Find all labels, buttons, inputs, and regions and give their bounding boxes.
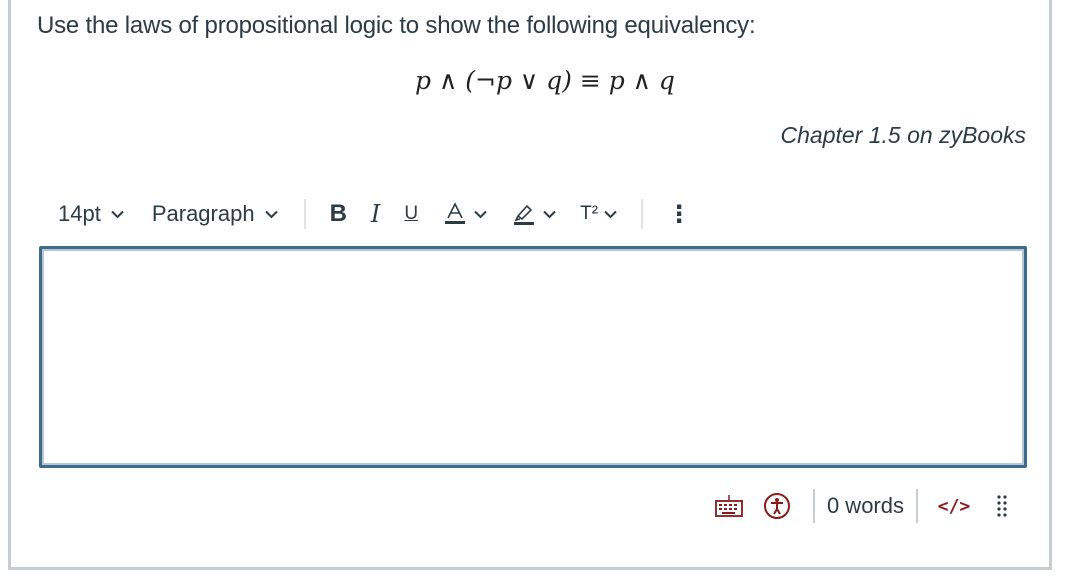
superscript-button[interactable]: T²	[568, 192, 629, 236]
underline-button[interactable]: U	[392, 192, 430, 236]
logic-formula: p ∧ (¬p ∨ q) ≡ p ∧ q	[415, 66, 675, 95]
editor-toolbar: 14pt Paragraph B I U T² ⋮	[44, 192, 703, 236]
highlight-icon	[514, 204, 535, 225]
chevron-down-icon	[543, 210, 556, 218]
text-color-icon	[445, 202, 466, 224]
question-prompt: Use the laws of propositional logic to s…	[37, 12, 756, 39]
block-format-value: Paragraph	[151, 201, 255, 226]
status-bar: 0 words </>	[705, 486, 1026, 526]
keyboard-icon	[715, 495, 743, 517]
italic-button[interactable]: I	[359, 192, 392, 236]
accessibility-checker-button[interactable]	[757, 486, 797, 526]
toolbar-divider	[641, 199, 644, 229]
superscript-icon: T²	[580, 203, 599, 224]
drag-handle-icon	[997, 495, 1007, 517]
resize-handle[interactable]	[982, 486, 1022, 526]
more-vertical-icon[interactable]: ⋮	[655, 192, 703, 236]
chevron-down-icon	[264, 210, 278, 218]
accessibility-icon	[763, 493, 790, 519]
status-divider	[812, 489, 815, 523]
rich-text-editor[interactable]	[39, 246, 1027, 468]
status-divider	[916, 489, 918, 523]
font-size-select[interactable]: 14pt	[44, 192, 138, 236]
block-format-select[interactable]: Paragraph	[138, 192, 292, 236]
bold-button[interactable]: B	[318, 192, 359, 236]
html-editor-toggle[interactable]: </>	[934, 486, 974, 526]
source-reference: Chapter 1.5 on zyBooks	[780, 122, 1026, 148]
chevron-down-icon	[604, 210, 617, 218]
chevron-down-icon	[111, 210, 124, 218]
keyboard-shortcuts-button[interactable]	[709, 486, 749, 526]
word-count[interactable]: 0 words	[827, 493, 904, 519]
toolbar-divider	[303, 199, 306, 229]
chevron-down-icon	[474, 210, 487, 218]
highlight-color-button[interactable]	[499, 192, 568, 236]
text-color-button[interactable]	[430, 192, 499, 236]
font-size-value: 14pt	[58, 201, 101, 226]
